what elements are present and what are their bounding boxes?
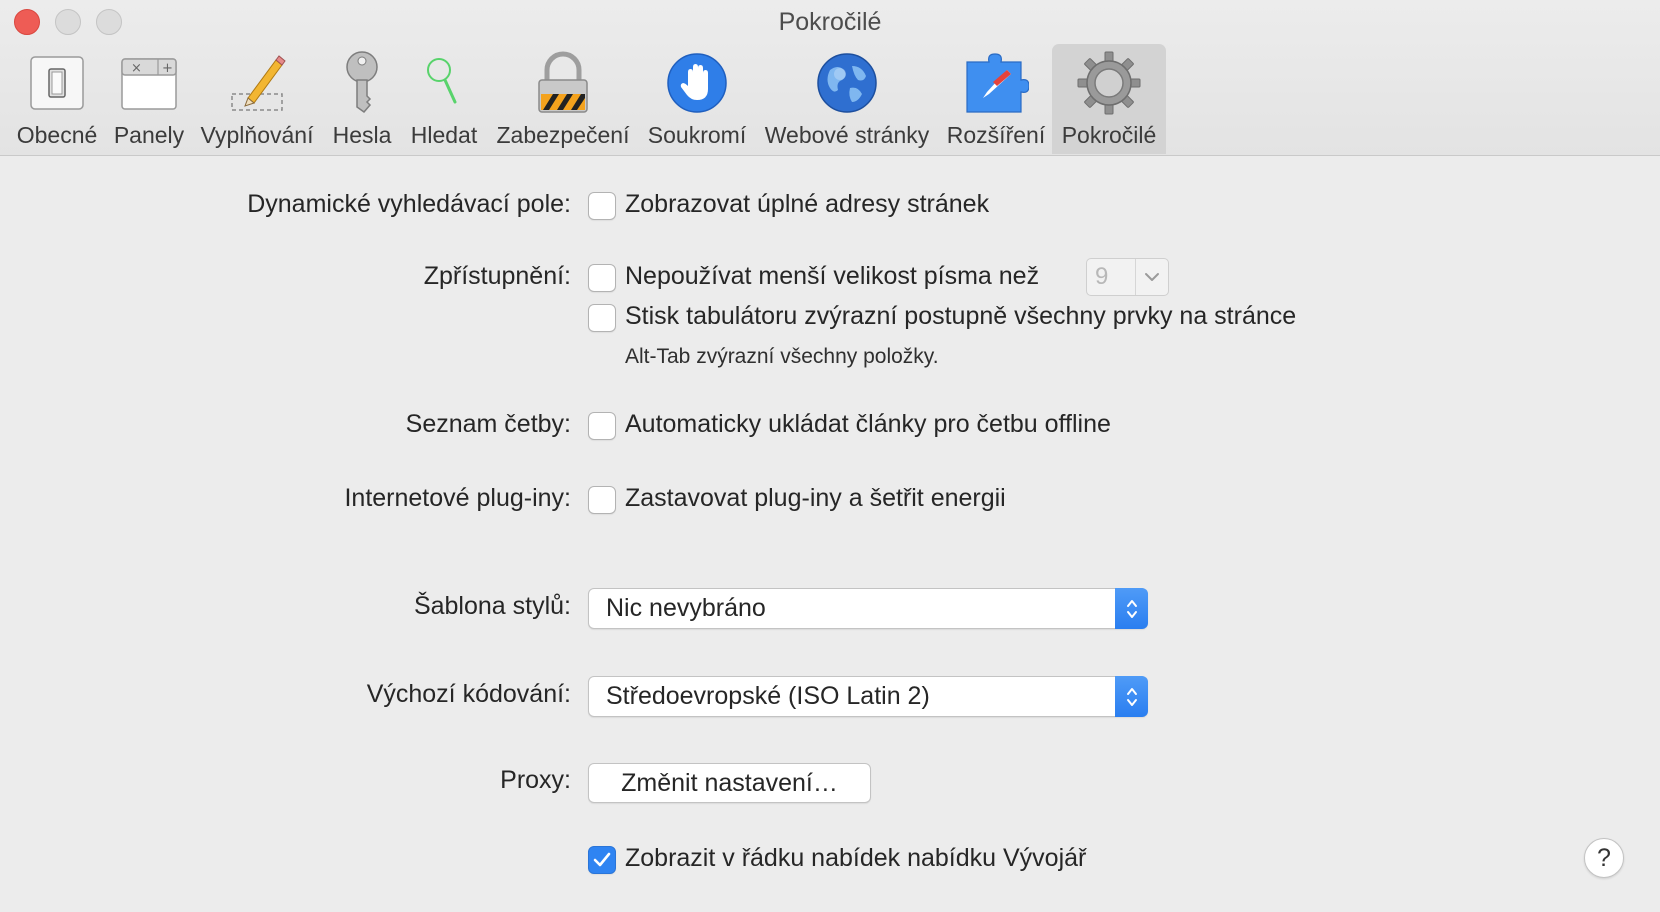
style-sheet-value: Nic nevybráno: [606, 594, 766, 622]
puzzle-compass-icon: [963, 48, 1029, 118]
tab-advanced[interactable]: Pokročilé: [1052, 44, 1166, 154]
checkmark-icon: [593, 852, 611, 867]
tab-general[interactable]: Obecné: [8, 44, 106, 154]
change-proxy-settings-button[interactable]: Změnit nastavení…: [588, 763, 871, 803]
tab-privacy[interactable]: Soukromí: [644, 44, 750, 154]
help-button[interactable]: ?: [1584, 838, 1624, 878]
tab-websites-label: Webové stránky: [764, 122, 930, 148]
pencil-icon: [224, 48, 290, 118]
encoding-label: Výchozí kódování:: [366, 680, 571, 708]
key-icon: [329, 48, 395, 118]
tab-search-label: Hledat: [410, 122, 478, 148]
tab-extensions[interactable]: Rozšíření: [944, 44, 1048, 154]
tabs-window-icon: × +: [116, 48, 182, 118]
min-font-size-text: Nepoužívat menší velikost písma než: [625, 262, 1040, 290]
min-font-size-checkbox[interactable]: [588, 264, 616, 292]
globe-icon: [814, 48, 880, 118]
tab-autofill-label: Vyplňování: [200, 122, 314, 148]
show-full-address-text: Zobrazovat úplné adresy stránek: [625, 190, 990, 218]
stop-plugins-text: Zastavovat plug-iny a šetřit energii: [625, 484, 1006, 512]
tab-websites[interactable]: Webové stránky: [762, 44, 932, 154]
tab-search[interactable]: Hledat: [406, 44, 482, 154]
style-sheet-label: Šablona stylů:: [413, 592, 571, 620]
hand-icon: [664, 48, 730, 118]
svg-text:×: ×: [131, 61, 142, 76]
save-offline-text: Automaticky ukládat články pro četbu off…: [625, 410, 1111, 438]
chevron-down-icon: [1135, 259, 1168, 295]
show-full-address-checkbox[interactable]: [588, 192, 616, 220]
tab-privacy-label: Soukromí: [647, 122, 747, 148]
reading-list-label: Seznam četby:: [405, 410, 571, 438]
tab-highlight-checkbox[interactable]: [588, 304, 616, 332]
tab-advanced-label: Pokročilé: [1061, 122, 1157, 148]
tab-tabs[interactable]: × + Panely: [112, 44, 186, 154]
tab-general-label: Obecné: [16, 122, 98, 148]
tab-highlight-text: Stisk tabulátoru zvýrazní postupně všech…: [625, 302, 1297, 330]
up-down-chevron-icon: [1115, 588, 1148, 629]
smart-search-label: Dynamické vyhledávací pole:: [247, 190, 571, 218]
encoding-select[interactable]: Středoevropské (ISO Latin 2): [588, 676, 1148, 717]
encoding-value: Středoevropské (ISO Latin 2): [606, 682, 930, 710]
plugins-label: Internetové plug-iny:: [344, 484, 571, 512]
magnifier-icon: [411, 48, 477, 118]
toolbar: Pokročilé Obecné × + Panely Vyplňování H…: [0, 0, 1660, 156]
tab-tabs-label: Panely: [113, 122, 185, 148]
tab-extensions-label: Rozšíření: [946, 122, 1046, 148]
gear-icon: [1076, 48, 1142, 118]
up-down-chevron-icon: [1115, 676, 1148, 717]
tab-autofill[interactable]: Vyplňování: [198, 44, 316, 154]
light-switch-icon: [24, 48, 90, 118]
tab-passwords-label: Hesla: [332, 122, 392, 148]
min-font-size-value: 9: [1095, 263, 1109, 290]
stop-plugins-checkbox[interactable]: [588, 486, 616, 514]
tab-security-label: Zabezpečení: [496, 122, 630, 148]
tab-passwords[interactable]: Hesla: [328, 44, 396, 154]
accessibility-label: Zpřístupnění:: [423, 262, 571, 290]
svg-text:+: +: [162, 61, 173, 76]
proxy-label: Proxy:: [500, 766, 571, 794]
min-font-size-select[interactable]: 9: [1086, 258, 1169, 296]
padlock-icon: [530, 48, 596, 118]
tab-highlight-note: Alt-Tab zvýrazní všechny položky.: [625, 345, 939, 368]
style-sheet-select[interactable]: Nic nevybráno: [588, 588, 1148, 629]
tab-security[interactable]: Zabezpečení: [494, 44, 632, 154]
show-develop-menu-text: Zobrazit v řádku nabídek nabídku Vývojář: [625, 844, 1087, 872]
preferences-window: Pokročilé Obecné × + Panely Vyplňování H…: [0, 0, 1660, 912]
save-offline-checkbox[interactable]: [588, 412, 616, 440]
show-develop-menu-checkbox[interactable]: [588, 846, 616, 874]
window-title: Pokročilé: [778, 8, 882, 36]
